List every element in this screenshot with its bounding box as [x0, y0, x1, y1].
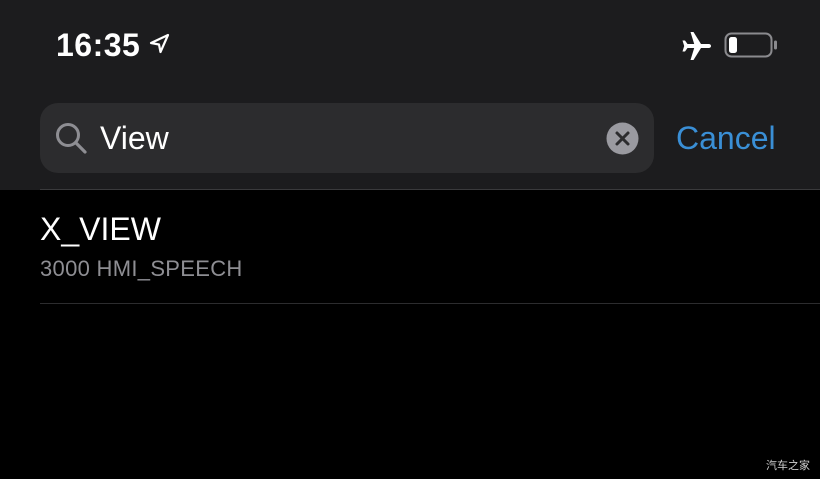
search-icon	[56, 123, 87, 154]
row-divider	[40, 303, 820, 304]
airplane-mode-icon	[682, 32, 711, 60]
cancel-button[interactable]: Cancel	[676, 116, 776, 160]
battery-low-icon	[724, 32, 777, 58]
header-divider	[40, 189, 820, 190]
status-time: 16:35	[56, 27, 141, 63]
result-title: X_VIEW	[40, 211, 161, 247]
search-result-row[interactable]: X_VIEW 3000 HMI_SPEECH	[0, 191, 820, 303]
result-subtitle: 3000 HMI_SPEECH	[40, 256, 243, 281]
clear-circle-icon[interactable]	[606, 122, 639, 155]
search-input[interactable]	[100, 115, 590, 161]
search-header: 16:35 Cancel	[0, 0, 820, 190]
app-screen: 16:35 Cancel X_VIEW	[0, 0, 820, 479]
watermark: 汽车之家	[766, 459, 810, 472]
location-arrow-icon	[149, 33, 170, 54]
search-field[interactable]	[40, 103, 654, 173]
